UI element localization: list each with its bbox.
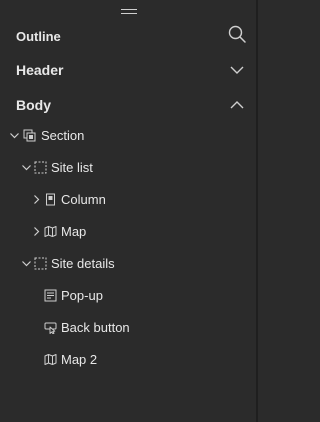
map-icon: [44, 353, 57, 366]
chevron-down-icon[interactable]: [9, 130, 20, 141]
chevron-up-icon: [230, 99, 244, 111]
outline-panel: Outline Header Body Section Site list Co…: [0, 0, 258, 422]
chevron-down-icon[interactable]: [21, 162, 32, 173]
panel-title: Outline: [16, 29, 61, 44]
chevron-right-icon[interactable]: [31, 226, 42, 237]
tree-item-back-button[interactable]: Back button: [0, 316, 258, 340]
tree-item-label: Map: [61, 224, 87, 239]
section-header-toggle[interactable]: Header: [0, 56, 258, 84]
column-icon: [44, 193, 57, 206]
chevron-down-icon: [230, 64, 244, 76]
tree-item-popup[interactable]: Pop-up: [0, 284, 258, 308]
search-button[interactable]: [227, 24, 247, 44]
tree-item-label: Map 2: [61, 352, 98, 367]
block-icon: [34, 161, 47, 174]
popup-icon: [44, 289, 57, 302]
tree-item-site-details[interactable]: Site details: [0, 252, 258, 276]
tree-item-label: Back button: [61, 320, 130, 335]
search-icon: [228, 25, 246, 43]
section-header-label: Header: [16, 62, 64, 78]
tree-item-label: Pop-up: [61, 288, 103, 303]
section-body-label: Body: [16, 97, 51, 113]
tree-item-column[interactable]: Column: [0, 188, 258, 212]
tree-item-label: Site details: [51, 256, 115, 271]
tree-item-map[interactable]: Map: [0, 220, 258, 244]
button-icon: [44, 321, 57, 334]
chevron-down-icon[interactable]: [21, 258, 32, 269]
section-body-toggle[interactable]: Body: [0, 91, 258, 119]
tree-item-label: Column: [61, 192, 106, 207]
tree-item-site-list[interactable]: Site list: [0, 156, 258, 180]
drag-handle[interactable]: [121, 9, 137, 15]
section-icon: [23, 129, 36, 142]
map-icon: [44, 225, 57, 238]
tree-item-label: Site list: [51, 160, 93, 175]
tree-item-label: Section: [41, 128, 85, 143]
tree-item-section[interactable]: Section: [0, 124, 258, 148]
block-icon: [34, 257, 47, 270]
chevron-right-icon[interactable]: [31, 194, 42, 205]
tree-item-map-2[interactable]: Map 2: [0, 348, 258, 372]
